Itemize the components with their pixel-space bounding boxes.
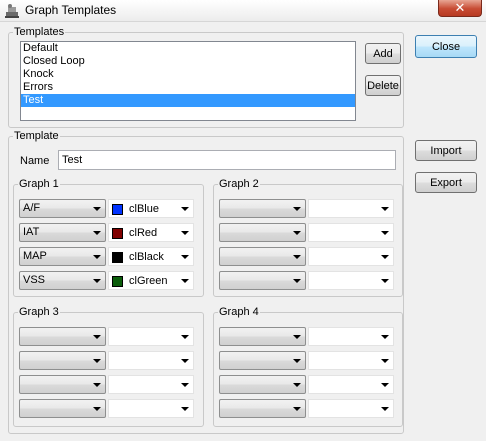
dropdown-arrow-icon [181, 383, 189, 387]
color-swatch [112, 252, 123, 263]
channel-value: MAP [23, 250, 47, 262]
dropdown-arrow-icon [181, 335, 189, 339]
graph-2-channel-select[interactable] [219, 247, 306, 266]
graph-3-color-select[interactable] [108, 351, 194, 370]
dropdown-arrow-icon [93, 383, 101, 387]
graph-2-channel-select[interactable] [219, 271, 306, 290]
graph-1-channel-select[interactable]: MAP [19, 247, 106, 266]
dropdown-arrow-icon [93, 255, 101, 259]
dropdown-arrow-icon [381, 255, 389, 259]
dropdown-arrow-icon [381, 335, 389, 339]
graph-2-color-select[interactable] [308, 223, 394, 242]
channel-value: VSS [23, 274, 46, 286]
dropdown-arrow-icon [293, 335, 301, 339]
dropdown-arrow-icon [181, 255, 189, 259]
dropdown-arrow-icon [293, 255, 301, 259]
graph-3-channel-select[interactable] [19, 399, 106, 418]
dropdown-arrow-icon [93, 231, 101, 235]
template-list-item[interactable]: Default [21, 42, 355, 55]
dropdown-arrow-icon [293, 231, 301, 235]
dropdown-arrow-icon [93, 207, 101, 211]
dropdown-arrow-icon [293, 407, 301, 411]
dropdown-arrow-icon [381, 407, 389, 411]
color-name: clGreen [129, 275, 168, 287]
dropdown-arrow-icon [181, 231, 189, 235]
graph-2-channel-select[interactable] [219, 199, 306, 218]
graph-3-channel-select[interactable] [19, 327, 106, 346]
template-list-item[interactable]: Errors [21, 81, 355, 94]
graph-3-color-select[interactable] [108, 399, 194, 418]
graph-1-channel-select[interactable]: A/F [19, 199, 106, 218]
graph-3-label: Graph 3 [19, 306, 59, 318]
templates-group-label: Templates [14, 26, 65, 38]
import-button[interactable]: Import [415, 140, 477, 161]
color-swatch [112, 228, 123, 239]
graph-4-color-select[interactable] [308, 351, 394, 370]
add-button[interactable]: Add [365, 43, 401, 64]
name-field[interactable]: Test [58, 150, 396, 170]
graph-4-color-select[interactable] [308, 327, 394, 346]
close-button[interactable]: Close [415, 35, 477, 58]
dropdown-arrow-icon [381, 207, 389, 211]
graph-1-channel-select[interactable]: VSS [19, 271, 106, 290]
graph-2-color-select[interactable] [308, 271, 394, 290]
color-swatch [112, 276, 123, 287]
graph-4-color-select[interactable] [308, 375, 394, 394]
dropdown-arrow-icon [93, 407, 101, 411]
graph-4-color-select[interactable] [308, 399, 394, 418]
dropdown-arrow-icon [381, 359, 389, 363]
templates-listbox[interactable]: Default Closed Loop Knock Errors Test [20, 41, 356, 121]
graph-4-channel-select[interactable] [219, 375, 306, 394]
graph-3-channel-select[interactable] [19, 375, 106, 394]
delete-button[interactable]: Delete [365, 75, 401, 96]
graph-2-color-select[interactable] [308, 199, 394, 218]
dropdown-arrow-icon [293, 207, 301, 211]
dropdown-arrow-icon [293, 359, 301, 363]
window-close-button[interactable]: ✕ [438, 0, 482, 17]
dropdown-arrow-icon [293, 383, 301, 387]
graph-1-color-select[interactable]: clBlack [108, 247, 194, 266]
dropdown-arrow-icon [181, 279, 189, 283]
dropdown-arrow-icon [181, 359, 189, 363]
graph-1-color-select[interactable]: clRed [108, 223, 194, 242]
dropdown-arrow-icon [181, 407, 189, 411]
dropdown-arrow-icon [181, 207, 189, 211]
graph-4-label: Graph 4 [219, 306, 259, 318]
color-swatch [112, 204, 123, 215]
graph-2-channel-select[interactable] [219, 223, 306, 242]
graph-3-channel-select[interactable] [19, 351, 106, 370]
dropdown-arrow-icon [93, 359, 101, 363]
title-bar: Graph Templates ✕ [0, 0, 486, 22]
graph-4-channel-select[interactable] [219, 327, 306, 346]
graph-4-channel-select[interactable] [219, 351, 306, 370]
channel-value: IAT [23, 226, 40, 238]
template-group-label: Template [14, 130, 59, 142]
graph-2-label: Graph 2 [219, 178, 259, 190]
color-name: clRed [129, 227, 158, 239]
dropdown-arrow-icon [381, 383, 389, 387]
template-list-item[interactable]: Test [21, 94, 355, 107]
dropdown-arrow-icon [381, 279, 389, 283]
dropdown-arrow-icon [293, 279, 301, 283]
graph-1-color-select[interactable]: clGreen [108, 271, 194, 290]
graph-3-color-select[interactable] [108, 327, 194, 346]
window-title: Graph Templates [25, 3, 117, 17]
dropdown-arrow-icon [381, 231, 389, 235]
graph-1-channel-select[interactable]: IAT [19, 223, 106, 242]
graph-1-label: Graph 1 [19, 178, 59, 190]
template-list-item[interactable]: Knock [21, 68, 355, 81]
export-button[interactable]: Export [415, 172, 477, 193]
color-name: clBlack [129, 251, 164, 263]
graph-1-color-select[interactable]: clBlue [108, 199, 194, 218]
graph-templates-icon [5, 4, 19, 18]
dropdown-arrow-icon [93, 279, 101, 283]
dropdown-arrow-icon [93, 335, 101, 339]
graph-4-channel-select[interactable] [219, 399, 306, 418]
name-label: Name [20, 155, 50, 167]
color-name: clBlue [129, 203, 159, 215]
graph-2-color-select[interactable] [308, 247, 394, 266]
template-list-item[interactable]: Closed Loop [21, 55, 355, 68]
channel-value: A/F [23, 202, 41, 214]
graph-3-color-select[interactable] [108, 375, 194, 394]
